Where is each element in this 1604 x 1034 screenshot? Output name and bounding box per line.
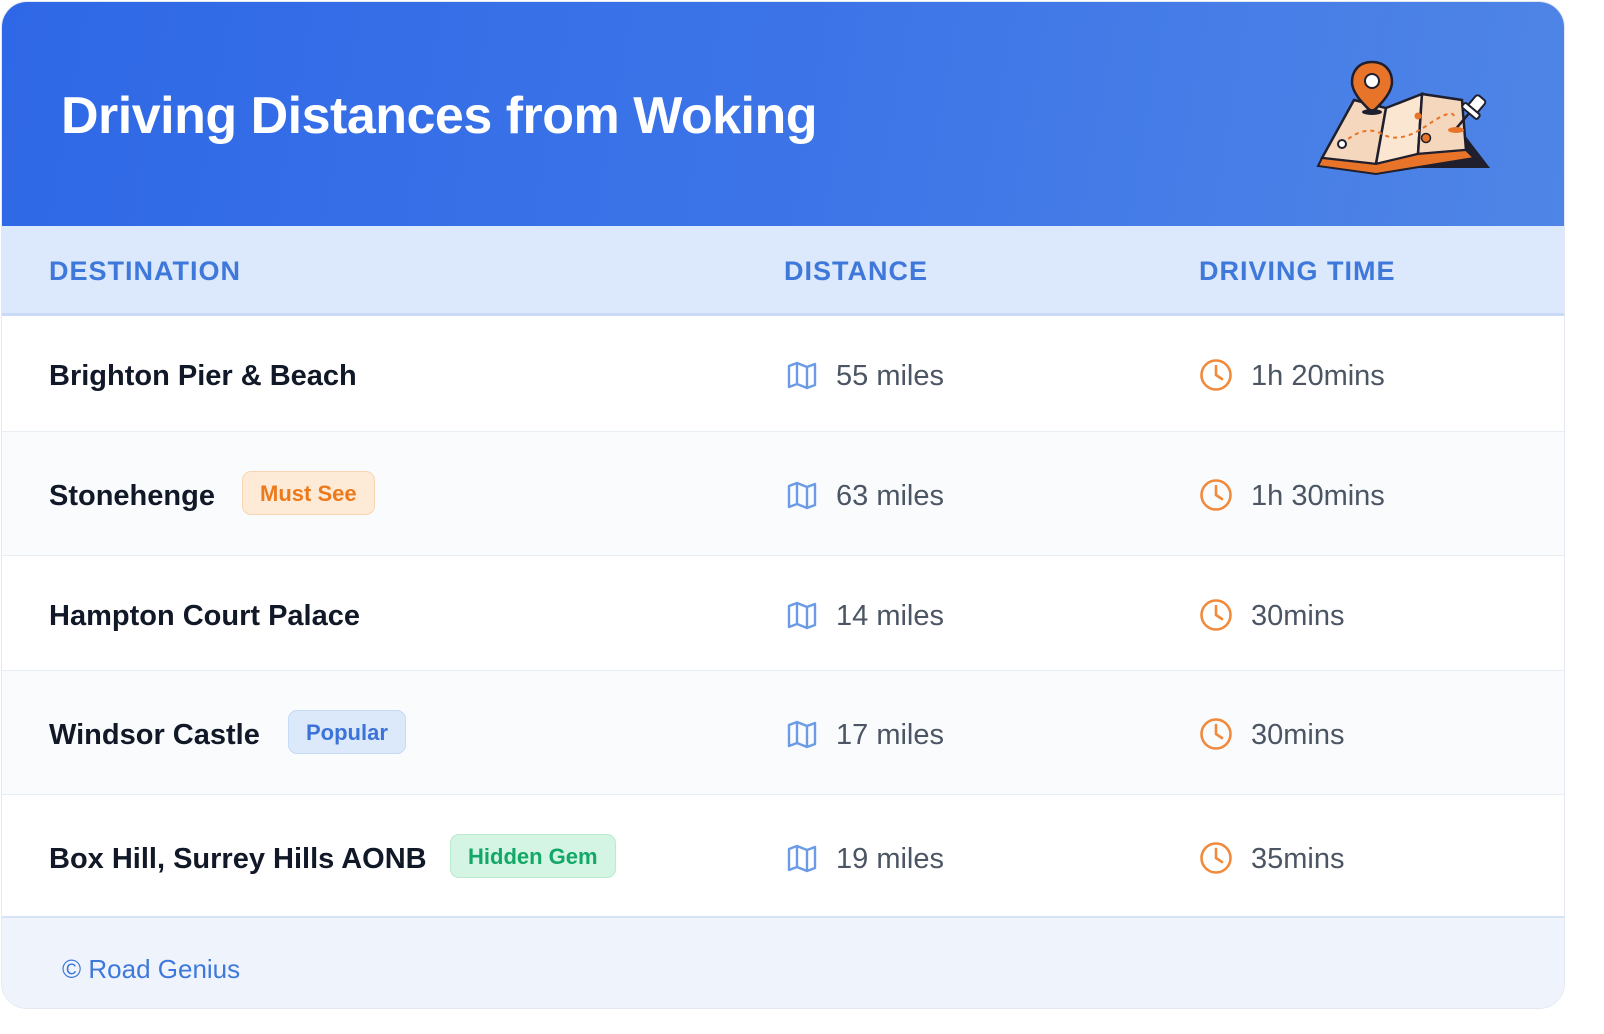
driving-time-value: 35mins [1251,843,1345,875]
map-icon [787,844,817,873]
map-icon [787,481,817,510]
destination-name: Windsor Castle [49,719,260,751]
footer: © Road Genius [2,916,1564,1008]
driving-time-value: 1h 20mins [1251,360,1385,392]
clock-icon [1200,359,1232,391]
column-header-destination: DESTINATION [49,256,241,286]
page-title: Driving Distances from Woking [61,87,818,145]
clock-icon [1200,479,1232,511]
map-icon [787,720,817,749]
distance-value: 14 miles [836,600,944,632]
distance-value: 55 miles [836,360,944,392]
destination-name: Box Hill, Surrey Hills AONB [49,843,427,875]
table-row: Box Hill, Surrey Hills AONB Hidden Gem 1… [2,795,1564,916]
distance-value: 19 miles [836,843,944,875]
must-see-badge: Must See [242,471,375,515]
column-header-driving-time: DRIVING TIME [1199,256,1396,286]
distances-card: Driving Distances from Woking DESTINATIO… [1,1,1565,1009]
distance-value: 63 miles [836,480,944,512]
map-with-pins-icon [1316,60,1490,176]
table-header: DESTINATION DISTANCE DRIVING TIME [2,226,1564,316]
column-header-distance: DISTANCE [784,256,929,286]
map-icon [787,601,817,630]
destination-name: Stonehenge [49,480,215,512]
clock-icon [1200,718,1232,750]
map-icon [787,361,817,390]
copyright-link[interactable]: © Road Genius [62,954,240,985]
hidden-gem-badge: Hidden Gem [450,834,616,878]
driving-time-value: 30mins [1251,719,1345,751]
header-banner: Driving Distances from Woking [2,2,1564,226]
distance-value: 17 miles [836,719,944,751]
driving-time-value: 1h 30mins [1251,480,1385,512]
table-row: Stonehenge Must See 63 miles 1h 30mins [2,432,1564,556]
clock-icon [1200,842,1232,874]
destination-name: Brighton Pier & Beach [49,360,357,392]
clock-icon [1200,599,1232,631]
popular-badge: Popular [288,710,406,754]
destination-name: Hampton Court Palace [49,600,360,632]
table-row: Hampton Court Palace 14 miles 30mins [2,556,1564,671]
driving-time-value: 30mins [1251,600,1345,632]
table-row: Windsor Castle Popular 17 miles 30mins [2,671,1564,795]
table-row: Brighton Pier & Beach 55 miles 1h 20mins [2,316,1564,432]
